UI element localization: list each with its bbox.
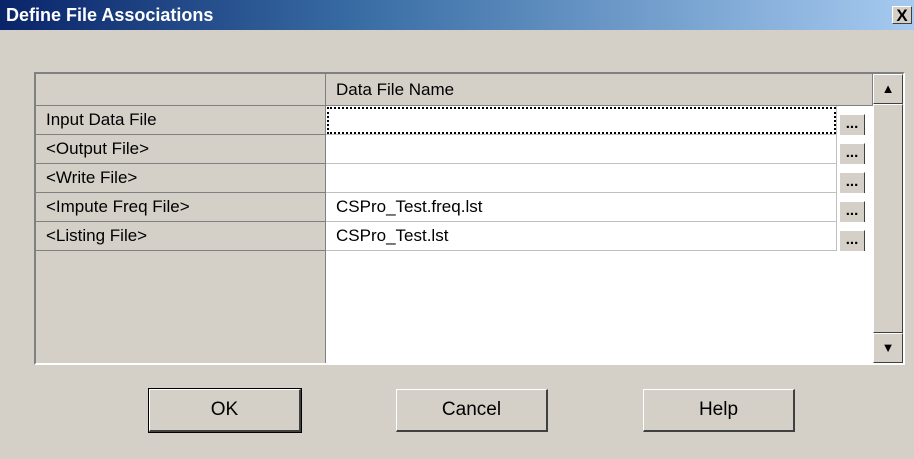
data-file-name-cell[interactable]: CSPro_Test.lst — [326, 222, 837, 251]
data-file-name-cell[interactable] — [326, 135, 837, 164]
cancel-button[interactable]: Cancel — [396, 389, 548, 432]
scroll-down-icon: ▼ — [881, 340, 895, 355]
corner-header — [36, 74, 326, 106]
row-label-input-data-file: Input Data File — [36, 106, 326, 135]
close-button[interactable]: X — [892, 6, 912, 24]
help-button[interactable]: Help — [643, 389, 795, 432]
file-associations-grid: Data File Name Input Data File ... <Outp… — [34, 72, 905, 365]
scroll-down-button[interactable]: ▼ — [873, 333, 903, 363]
row-label-write-file: <Write File> — [36, 164, 326, 193]
scroll-thumb[interactable] — [873, 104, 903, 333]
grid-body: Data File Name Input Data File ... <Outp… — [36, 74, 873, 363]
row-label-empty — [36, 251, 326, 363]
data-file-name-cell[interactable] — [326, 164, 837, 193]
data-file-name-cell[interactable]: CSPro_Test.freq.lst — [326, 193, 837, 222]
column-header-data-file-name: Data File Name — [326, 74, 873, 106]
ok-button[interactable]: OK — [148, 388, 302, 433]
title-bar: Define File Associations X — [0, 0, 914, 30]
row-label-impute-freq-file: <Impute Freq File> — [36, 193, 326, 222]
empty-grid-area — [326, 251, 873, 363]
scroll-up-icon: ▲ — [881, 81, 895, 96]
data-file-name-cell[interactable] — [326, 106, 837, 135]
row-label-output-file: <Output File> — [36, 135, 326, 164]
scroll-up-button[interactable]: ▲ — [873, 74, 903, 104]
window-title: Define File Associations — [6, 5, 214, 25]
row-label-listing-file: <Listing File> — [36, 222, 326, 251]
close-icon: X — [896, 6, 908, 25]
